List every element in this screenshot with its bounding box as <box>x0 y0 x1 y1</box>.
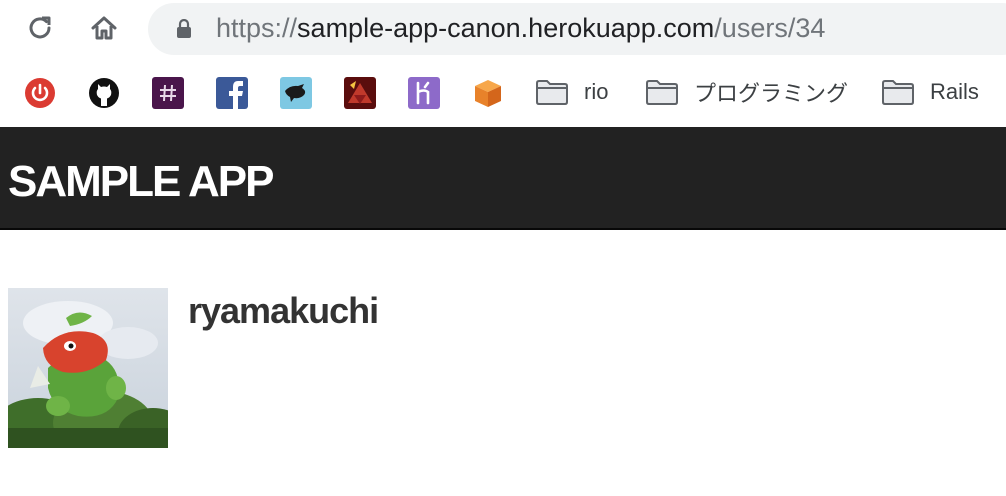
url-path: /users/34 <box>714 13 826 43</box>
bookmark-power[interactable] <box>24 77 56 109</box>
home-button[interactable] <box>86 10 122 46</box>
bookmark-folder-rio[interactable]: rio <box>536 72 608 112</box>
box-icon <box>475 80 501 107</box>
power-icon <box>25 78 55 108</box>
home-icon <box>91 16 117 40</box>
bookmark-box[interactable] <box>472 77 504 109</box>
bookmark-folder-label: プログラミング <box>694 81 849 106</box>
avatar-image <box>8 288 168 448</box>
lock-icon <box>177 19 191 38</box>
slack-icon <box>160 84 176 102</box>
bookmark-ruby[interactable] <box>344 77 376 109</box>
app-logo[interactable]: SAMPLE APP <box>8 157 274 207</box>
browser-toolbar: https://sample-app-canon.herokuapp.com/u… <box>0 0 1006 58</box>
bookmark-facebook[interactable] <box>216 77 248 109</box>
url-scheme: https:// <box>216 13 298 43</box>
folder-icon <box>536 80 568 105</box>
profile-username: ryamakuchi <box>188 290 379 331</box>
bookmark-heroku[interactable] <box>408 77 440 109</box>
avatar <box>8 288 168 448</box>
bookmark-slack[interactable] <box>152 77 184 109</box>
bookmark-folder-label: rio <box>584 79 609 104</box>
bookmark-bird[interactable] <box>280 77 312 109</box>
reload-button[interactable] <box>22 10 58 46</box>
url-host: sample-app-canon.herokuapp.com <box>297 13 715 43</box>
folder-icon <box>882 80 914 105</box>
bookmark-folder-rails[interactable]: Rails <box>882 72 979 112</box>
app-header: SAMPLE APP <box>0 127 1006 230</box>
bookmarks-bar: rio プログラミング Rails <box>0 58 1006 126</box>
facebook-icon <box>229 81 243 109</box>
bookmark-github[interactable] <box>88 77 120 109</box>
heroku-icon <box>416 81 430 105</box>
folder-icon <box>646 80 678 105</box>
reload-icon <box>29 16 51 39</box>
bookmark-folder-programming[interactable]: プログラミング <box>646 72 848 112</box>
bird-icon <box>285 84 306 102</box>
github-icon <box>89 78 119 108</box>
ruby-icon <box>348 81 372 104</box>
url-text[interactable]: https://sample-app-canon.herokuapp.com/u… <box>216 12 825 44</box>
bookmark-folder-label: Rails <box>930 79 979 104</box>
